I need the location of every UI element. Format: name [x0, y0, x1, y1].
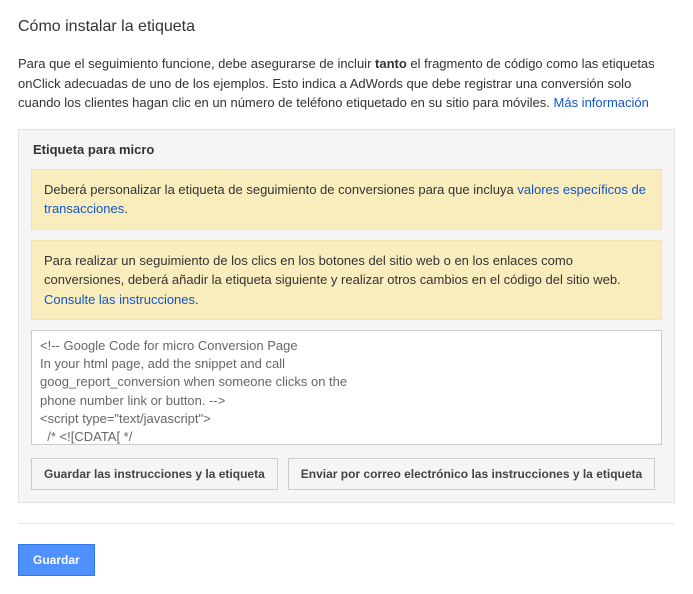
notice-clicks: Para realizar un seguimiento de los clic… — [31, 240, 662, 321]
button-row: Guardar las instrucciones y la etiqueta … — [31, 458, 662, 490]
notice2-tail: . — [195, 292, 199, 307]
intro-paragraph: Para que el seguimiento funcione, debe a… — [18, 54, 675, 113]
intro-bold: tanto — [375, 56, 407, 71]
tag-panel: Etiqueta para micro Deberá personalizar … — [18, 129, 675, 504]
instructions-link[interactable]: Consulte las instrucciones — [44, 292, 195, 307]
intro-text-1: Para que el seguimiento funcione, debe a… — [18, 56, 375, 71]
email-instructions-button[interactable]: Enviar por correo electrónico las instru… — [288, 458, 655, 490]
save-instructions-button[interactable]: Guardar las instrucciones y la etiqueta — [31, 458, 278, 490]
code-snippet-textarea[interactable] — [31, 330, 662, 445]
notice-customize: Deberá personalizar la etiqueta de segui… — [31, 169, 662, 230]
divider — [18, 523, 675, 524]
page-heading: Cómo instalar la etiqueta — [18, 18, 675, 36]
notice1-text: Deberá personalizar la etiqueta de segui… — [44, 182, 517, 197]
save-button[interactable]: Guardar — [18, 544, 95, 576]
notice2-text: Para realizar un seguimiento de los clic… — [44, 253, 621, 288]
panel-title: Etiqueta para micro — [33, 142, 662, 157]
more-info-link[interactable]: Más información — [554, 95, 649, 110]
notice1-tail: . — [124, 201, 128, 216]
